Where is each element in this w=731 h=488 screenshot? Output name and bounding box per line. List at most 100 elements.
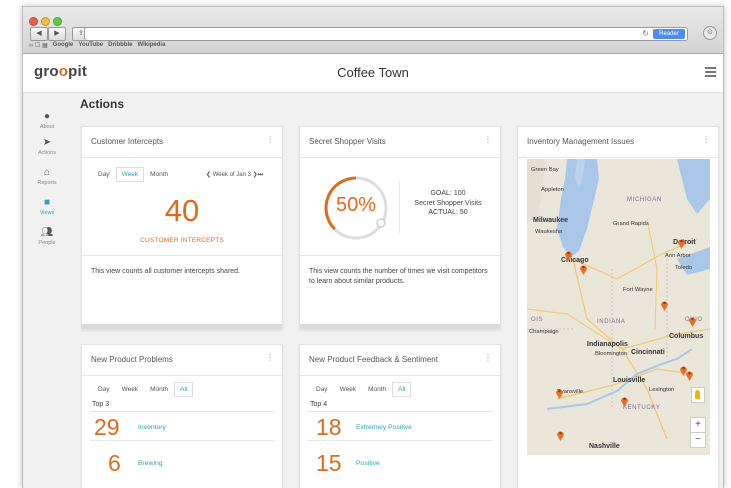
period-day[interactable]: Day [92, 382, 116, 397]
map-label-nashville: Nashville [589, 443, 620, 450]
map-pin-icon[interactable] [579, 263, 588, 275]
divider [300, 255, 500, 256]
more-options-icon[interactable]: ⋮ [266, 136, 274, 144]
info-icon: ● [43, 111, 51, 122]
menu-icon[interactable] [705, 67, 716, 79]
gauge-stats: GOAL: 100 Secret Shopper Visits ACTUAL: … [402, 189, 494, 218]
sidebar-item-views[interactable]: ■ Views [23, 197, 71, 216]
prev-week-icon[interactable]: ❮ [206, 172, 211, 178]
map-pin-icon[interactable] [556, 429, 565, 441]
period-week[interactable]: Week [334, 382, 363, 397]
new-product-problems-card: New Product Problems ⋮ Day Week Month Al… [81, 344, 283, 488]
item-name: Brewing [138, 460, 163, 467]
item-name: Positive [356, 460, 380, 467]
divider [308, 440, 492, 441]
next-week-icon[interactable]: ❯⏭ [253, 172, 263, 178]
back-icon[interactable]: ◀ [30, 27, 48, 41]
maximize-window-button[interactable] [53, 17, 62, 26]
period-all[interactable]: All [174, 382, 194, 397]
map-label-bloomington: Bloomington [595, 351, 628, 357]
sidebar-item-about[interactable]: ● About [23, 111, 71, 130]
download-icon[interactable]: ⊙ [703, 26, 717, 40]
actual-text: ACTUAL: 50 [428, 209, 468, 216]
street-view-icon[interactable] [691, 387, 705, 403]
reload-icon[interactable]: ↻ [642, 28, 649, 40]
period-selector: Day Week Month All [92, 382, 194, 397]
more-options-icon[interactable]: ⋮ [266, 354, 274, 362]
list-item[interactable]: 29 Inventory [90, 413, 274, 441]
period-all[interactable]: All [392, 382, 412, 397]
map-label-champaign: Champaign [529, 329, 559, 335]
week-of-label: Week of Jan 3 [212, 172, 251, 178]
gauge-percent: 50% [335, 194, 377, 216]
map-label-fort-wayne: Fort Wayne [623, 287, 653, 293]
customer-intercepts-card: Customer Intercepts ⋮ Day Week Month ❮ W… [81, 126, 283, 330]
reading-list-icon[interactable]: ∞ ☐ ▦ [29, 42, 48, 49]
card-title: Inventory Management Issues [527, 137, 635, 146]
map-label-grand-rapids: Grand Rapids [613, 221, 649, 227]
bookmark-dribbble[interactable]: Dribbble [108, 42, 132, 49]
card-footer [300, 324, 500, 329]
divider [308, 411, 492, 412]
sidebar-item-people[interactable]: 👥︎ People [23, 227, 71, 246]
map-pin-icon[interactable] [688, 315, 697, 327]
card-header: Secret Shopper Visits ⋮ [300, 127, 500, 158]
period-month[interactable]: Month [144, 382, 174, 397]
new-product-feedback-card: New Product Feedback & Sentiment ⋮ Day W… [299, 344, 501, 488]
forward-icon[interactable]: ▶ [48, 27, 66, 41]
intercepts-value: 40 [164, 193, 200, 228]
card-footer [82, 324, 282, 329]
period-day[interactable]: Day [310, 382, 334, 397]
sidebar-item-actions[interactable]: ➤ Actions [23, 137, 71, 156]
period-selector: Day Week Month All [310, 382, 412, 397]
map-label-cincinnati: Cincinnati [631, 349, 665, 356]
item-count: 29 [94, 414, 120, 440]
card-header: Inventory Management Issues ⋮ [518, 127, 718, 158]
address-bar[interactable]: ↻ Reader [84, 27, 688, 41]
period-week[interactable]: Week [115, 167, 145, 182]
map-view[interactable]: Green Bay Appleton MICHIGAN Milwaukee Wa… [527, 159, 710, 455]
divider [399, 181, 400, 233]
map-label-indianapolis: Indianapolis [587, 341, 628, 348]
map-pin-icon[interactable] [660, 299, 669, 311]
list-item[interactable]: 15 Positive [308, 449, 492, 477]
goal-text: GOAL: 100 [430, 190, 466, 197]
map-label-lexington: Lexington [649, 387, 675, 393]
minimize-window-button[interactable] [41, 17, 50, 26]
card-title: Customer Intercepts [91, 137, 164, 146]
period-month[interactable]: Month [144, 167, 174, 182]
map-label-toledo: Toledo [675, 265, 693, 271]
zoom-out-button[interactable]: − [690, 432, 706, 448]
bookmark-youtube[interactable]: YouTube [78, 42, 103, 49]
close-window-button[interactable] [29, 17, 38, 26]
divider [82, 255, 282, 256]
sidebar-item-reports[interactable]: ⌂ Reports [23, 167, 71, 186]
bookmarks-bar: ∞ ☐ ▦ Google YouTube Dribbble Wikipedia [29, 42, 165, 49]
send-icon: ➤ [42, 137, 52, 148]
metric-text: Secret Shopper Visits [414, 199, 482, 207]
map-pin-icon[interactable] [685, 369, 694, 381]
more-options-icon[interactable]: ⋮ [484, 354, 492, 362]
bookmark-google[interactable]: Google [53, 42, 74, 49]
reader-button[interactable]: Reader [653, 29, 685, 39]
more-options-icon[interactable]: ⋮ [484, 136, 492, 144]
list-item[interactable]: 6 Brewing [90, 449, 274, 477]
sidebar-item-label: Views [39, 210, 55, 216]
map-pin-icon[interactable] [620, 395, 629, 407]
map-label-michigan: MICHIGAN [627, 197, 662, 203]
zoom-in-button[interactable]: + [690, 417, 706, 433]
map-label-columbus: Columbus [669, 333, 704, 340]
period-day[interactable]: Day [92, 167, 116, 182]
people-icon: 👥︎ [40, 227, 54, 238]
more-options-icon[interactable]: ⋮ [702, 136, 710, 144]
list-item[interactable]: 18 Extremely Positive [308, 413, 492, 441]
secret-shopper-card: Secret Shopper Visits ⋮ 50% GOAL: 100 Se… [299, 126, 501, 330]
browser-window: ◀ ▶ ⇪ ↻ Reader ⊙ ∞ ☐ ▦ Google YouTube Dr… [22, 6, 724, 488]
period-month[interactable]: Month [362, 382, 392, 397]
map-pin-icon[interactable] [564, 249, 573, 261]
intercepts-label: CUSTOMER INTERCEPTS [140, 237, 224, 244]
map-pin-icon[interactable] [677, 237, 686, 249]
period-week[interactable]: Week [116, 382, 145, 397]
bookmark-wikipedia[interactable]: Wikipedia [137, 42, 165, 49]
map-pin-icon[interactable] [555, 387, 564, 399]
